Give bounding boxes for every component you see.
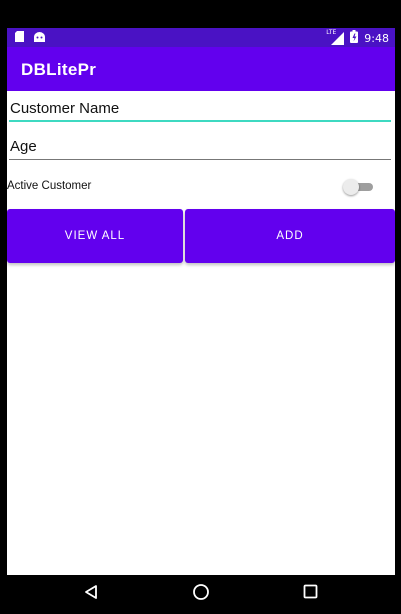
back-button[interactable] xyxy=(79,583,103,605)
back-icon xyxy=(83,584,99,605)
battery-icon xyxy=(350,30,359,46)
home-button[interactable] xyxy=(189,583,213,605)
active-customer-switch[interactable] xyxy=(343,179,373,195)
switch-thumb xyxy=(343,179,359,195)
status-right-icons: LTE 9:48 xyxy=(326,29,389,46)
recents-icon xyxy=(303,584,318,604)
status-left-icons xyxy=(15,31,45,45)
age-underline xyxy=(9,159,391,160)
age-input[interactable]: Age xyxy=(9,138,391,160)
age-value: Age xyxy=(10,138,37,155)
add-button[interactable]: ADD xyxy=(185,209,395,263)
customer-name-value: Customer Name xyxy=(10,100,120,117)
status-bar: LTE 9:48 xyxy=(7,28,395,47)
active-customer-row: Active Customer xyxy=(7,176,395,196)
app-bar: DBLitePr xyxy=(7,47,395,91)
app-title: DBLitePr xyxy=(21,60,97,79)
navigation-bar xyxy=(0,575,401,614)
home-icon xyxy=(192,583,210,606)
view-all-button[interactable]: VIEW ALL xyxy=(7,209,183,263)
recents-button[interactable] xyxy=(298,583,322,605)
customer-name-input[interactable]: Customer Name xyxy=(9,100,391,122)
android-icon xyxy=(34,31,45,45)
status-time: 9:48 xyxy=(364,31,389,45)
sd-card-icon xyxy=(15,31,24,45)
app-screen: LTE 9:48 DBLitePr Customer Name Age Acti… xyxy=(7,28,395,575)
active-customer-label: Active Customer xyxy=(7,180,92,192)
customer-name-underline xyxy=(9,120,391,122)
signal-icon: LTE xyxy=(326,29,345,45)
